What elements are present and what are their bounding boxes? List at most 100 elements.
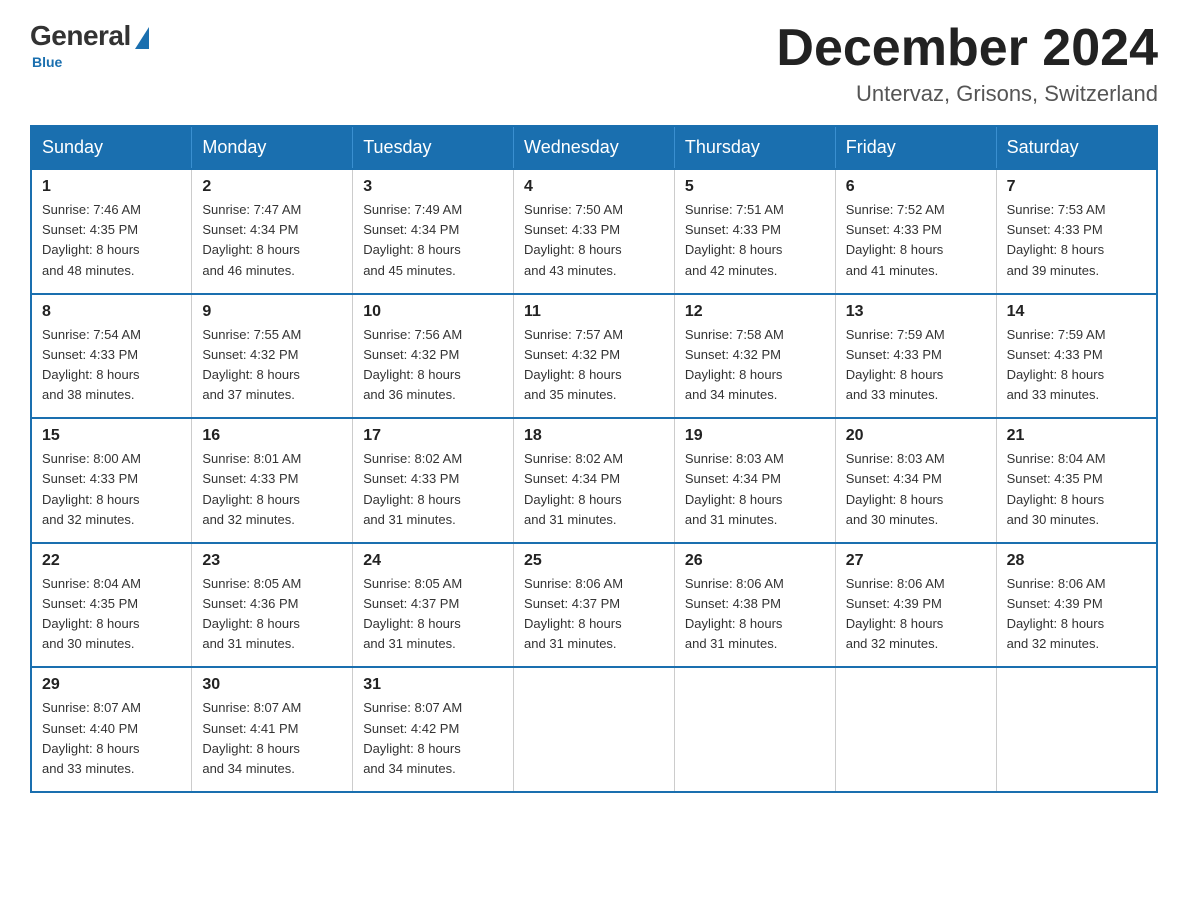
- calendar-cell: 8 Sunrise: 7:54 AMSunset: 4:33 PMDaylight…: [31, 294, 192, 419]
- calendar-week-row: 15 Sunrise: 8:00 AMSunset: 4:33 PMDayligh…: [31, 418, 1157, 543]
- calendar-cell: 19 Sunrise: 8:03 AMSunset: 4:34 PMDayligh…: [674, 418, 835, 543]
- day-number: 30: [202, 676, 342, 694]
- day-info: Sunrise: 7:55 AMSunset: 4:32 PMDaylight:…: [202, 325, 342, 406]
- calendar-cell: 17 Sunrise: 8:02 AMSunset: 4:33 PMDayligh…: [353, 418, 514, 543]
- day-info: Sunrise: 7:51 AMSunset: 4:33 PMDaylight:…: [685, 200, 825, 281]
- day-info: Sunrise: 7:58 AMSunset: 4:32 PMDaylight:…: [685, 325, 825, 406]
- day-info: Sunrise: 7:59 AMSunset: 4:33 PMDaylight:…: [846, 325, 986, 406]
- day-info: Sunrise: 7:49 AMSunset: 4:34 PMDaylight:…: [363, 200, 503, 281]
- calendar-table: SundayMondayTuesdayWednesdayThursdayFrid…: [30, 125, 1158, 793]
- logo-general-text: General: [30, 20, 131, 52]
- day-info: Sunrise: 8:02 AMSunset: 4:33 PMDaylight:…: [363, 449, 503, 530]
- day-info: Sunrise: 8:06 AMSunset: 4:38 PMDaylight:…: [685, 574, 825, 655]
- calendar-cell: 10Sunrise: 7:56 AMSunset: 4:32 PMDayligh…: [353, 294, 514, 419]
- day-number: 2: [202, 178, 342, 196]
- day-number: 23: [202, 552, 342, 570]
- page-header: General Blue December 2024 Untervaz, Gri…: [30, 20, 1158, 107]
- day-number: 8: [42, 303, 181, 321]
- day-info: Sunrise: 7:57 AMSunset: 4:32 PMDaylight:…: [524, 325, 664, 406]
- column-header-thursday: Thursday: [674, 126, 835, 169]
- day-number: 26: [685, 552, 825, 570]
- column-header-tuesday: Tuesday: [353, 126, 514, 169]
- calendar-cell: 29Sunrise: 8:07 AMSunset: 4:40 PMDayligh…: [31, 667, 192, 792]
- day-number: 31: [363, 676, 503, 694]
- day-info: Sunrise: 8:03 AMSunset: 4:34 PMDaylight:…: [685, 449, 825, 530]
- day-info: Sunrise: 8:04 AMSunset: 4:35 PMDaylight:…: [1007, 449, 1146, 530]
- day-info: Sunrise: 7:47 AMSunset: 4:34 PMDaylight:…: [202, 200, 342, 281]
- day-info: Sunrise: 7:54 AMSunset: 4:33 PMDaylight:…: [42, 325, 181, 406]
- day-number: 11: [524, 303, 664, 321]
- calendar-cell: 5 Sunrise: 7:51 AMSunset: 4:33 PMDaylight…: [674, 169, 835, 294]
- calendar-cell: 20Sunrise: 8:03 AMSunset: 4:34 PMDayligh…: [835, 418, 996, 543]
- column-header-monday: Monday: [192, 126, 353, 169]
- calendar-week-row: 22 Sunrise: 8:04 AMSunset: 4:35 PMDayligh…: [31, 543, 1157, 668]
- day-number: 1: [42, 178, 181, 196]
- column-header-friday: Friday: [835, 126, 996, 169]
- day-info: Sunrise: 8:03 AMSunset: 4:34 PMDaylight:…: [846, 449, 986, 530]
- day-info: Sunrise: 8:00 AMSunset: 4:33 PMDaylight:…: [42, 449, 181, 530]
- column-header-wednesday: Wednesday: [514, 126, 675, 169]
- calendar-cell: 3 Sunrise: 7:49 AMSunset: 4:34 PMDaylight…: [353, 169, 514, 294]
- day-number: 17: [363, 427, 503, 445]
- calendar-cell: [996, 667, 1157, 792]
- calendar-cell: [514, 667, 675, 792]
- calendar-cell: 13 Sunrise: 7:59 AMSunset: 4:33 PMDayligh…: [835, 294, 996, 419]
- day-number: 28: [1007, 552, 1146, 570]
- calendar-week-row: 1 Sunrise: 7:46 AMSunset: 4:35 PMDaylight…: [31, 169, 1157, 294]
- month-title: December 2024: [776, 20, 1158, 77]
- day-info: Sunrise: 8:04 AMSunset: 4:35 PMDaylight:…: [42, 574, 181, 655]
- calendar-cell: 14Sunrise: 7:59 AMSunset: 4:33 PMDayligh…: [996, 294, 1157, 419]
- calendar-cell: 24 Sunrise: 8:05 AMSunset: 4:37 PMDayligh…: [353, 543, 514, 668]
- day-number: 4: [524, 178, 664, 196]
- calendar-cell: [835, 667, 996, 792]
- day-number: 29: [42, 676, 181, 694]
- calendar-cell: 21 Sunrise: 8:04 AMSunset: 4:35 PMDayligh…: [996, 418, 1157, 543]
- logo: General Blue: [30, 20, 149, 70]
- calendar-week-row: 8 Sunrise: 7:54 AMSunset: 4:33 PMDaylight…: [31, 294, 1157, 419]
- calendar-cell: 22 Sunrise: 8:04 AMSunset: 4:35 PMDayligh…: [31, 543, 192, 668]
- calendar-cell: 27 Sunrise: 8:06 AMSunset: 4:39 PMDayligh…: [835, 543, 996, 668]
- location-subtitle: Untervaz, Grisons, Switzerland: [776, 81, 1158, 107]
- calendar-header-row: SundayMondayTuesdayWednesdayThursdayFrid…: [31, 126, 1157, 169]
- day-info: Sunrise: 7:50 AMSunset: 4:33 PMDaylight:…: [524, 200, 664, 281]
- calendar-cell: 12 Sunrise: 7:58 AMSunset: 4:32 PMDayligh…: [674, 294, 835, 419]
- calendar-cell: 4 Sunrise: 7:50 AMSunset: 4:33 PMDaylight…: [514, 169, 675, 294]
- day-info: Sunrise: 8:07 AMSunset: 4:42 PMDaylight:…: [363, 698, 503, 779]
- calendar-cell: 23Sunrise: 8:05 AMSunset: 4:36 PMDayligh…: [192, 543, 353, 668]
- calendar-cell: 9 Sunrise: 7:55 AMSunset: 4:32 PMDaylight…: [192, 294, 353, 419]
- calendar-cell: 11 Sunrise: 7:57 AMSunset: 4:32 PMDayligh…: [514, 294, 675, 419]
- day-info: Sunrise: 8:05 AMSunset: 4:37 PMDaylight:…: [363, 574, 503, 655]
- day-info: Sunrise: 8:06 AMSunset: 4:39 PMDaylight:…: [1007, 574, 1146, 655]
- logo-blue-text: Blue: [32, 54, 62, 70]
- day-number: 24: [363, 552, 503, 570]
- day-number: 9: [202, 303, 342, 321]
- day-number: 15: [42, 427, 181, 445]
- day-info: Sunrise: 8:06 AMSunset: 4:39 PMDaylight:…: [846, 574, 986, 655]
- calendar-cell: 30Sunrise: 8:07 AMSunset: 4:41 PMDayligh…: [192, 667, 353, 792]
- day-info: Sunrise: 8:06 AMSunset: 4:37 PMDaylight:…: [524, 574, 664, 655]
- day-info: Sunrise: 8:01 AMSunset: 4:33 PMDaylight:…: [202, 449, 342, 530]
- day-number: 12: [685, 303, 825, 321]
- day-number: 21: [1007, 427, 1146, 445]
- day-number: 6: [846, 178, 986, 196]
- day-number: 7: [1007, 178, 1146, 196]
- calendar-cell: 2 Sunrise: 7:47 AMSunset: 4:34 PMDaylight…: [192, 169, 353, 294]
- calendar-cell: 18Sunrise: 8:02 AMSunset: 4:34 PMDayligh…: [514, 418, 675, 543]
- day-number: 10: [363, 303, 503, 321]
- day-number: 22: [42, 552, 181, 570]
- day-number: 13: [846, 303, 986, 321]
- column-header-saturday: Saturday: [996, 126, 1157, 169]
- calendar-cell: 1 Sunrise: 7:46 AMSunset: 4:35 PMDaylight…: [31, 169, 192, 294]
- calendar-cell: 16Sunrise: 8:01 AMSunset: 4:33 PMDayligh…: [192, 418, 353, 543]
- day-number: 19: [685, 427, 825, 445]
- logo-triangle-icon: [135, 27, 149, 49]
- day-info: Sunrise: 7:46 AMSunset: 4:35 PMDaylight:…: [42, 200, 181, 281]
- day-number: 25: [524, 552, 664, 570]
- calendar-cell: 15 Sunrise: 8:00 AMSunset: 4:33 PMDayligh…: [31, 418, 192, 543]
- calendar-cell: 6 Sunrise: 7:52 AMSunset: 4:33 PMDaylight…: [835, 169, 996, 294]
- day-number: 3: [363, 178, 503, 196]
- calendar-cell: 7Sunrise: 7:53 AMSunset: 4:33 PMDaylight…: [996, 169, 1157, 294]
- day-number: 27: [846, 552, 986, 570]
- day-info: Sunrise: 7:52 AMSunset: 4:33 PMDaylight:…: [846, 200, 986, 281]
- day-number: 5: [685, 178, 825, 196]
